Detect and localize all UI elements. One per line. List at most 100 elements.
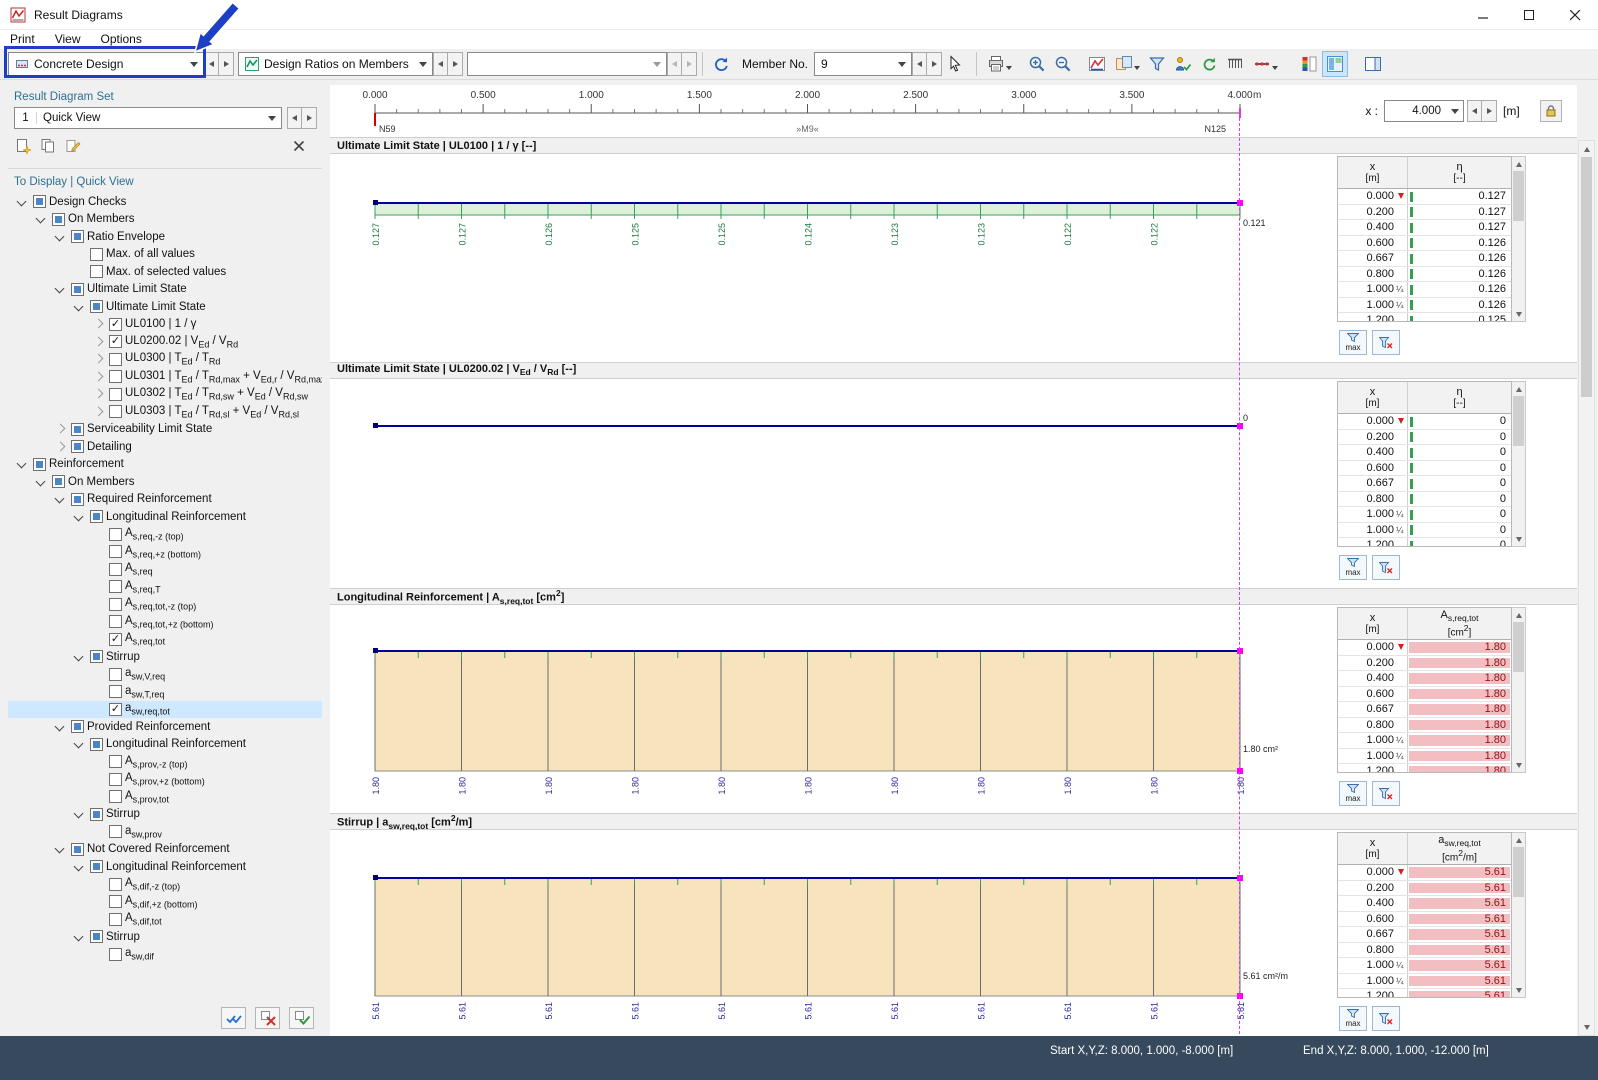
tree-item[interactable]: On Members xyxy=(8,211,322,229)
checkbox-empty[interactable] xyxy=(109,772,122,786)
table-row[interactable]: 1.000 ¼ 5.61 xyxy=(1338,958,1511,974)
table-row[interactable]: 0.400 0 xyxy=(1338,445,1511,461)
tree-item[interactable]: Max. of all values xyxy=(8,246,322,264)
table-row[interactable]: 0.800 1.80 xyxy=(1338,717,1511,733)
result-diagram-set-combobox[interactable]: 1 Quick View xyxy=(14,107,282,129)
table-scrollbar[interactable] xyxy=(1512,832,1526,998)
table-row[interactable]: 0.000 0 xyxy=(1338,414,1511,430)
sync-selection-button[interactable] xyxy=(708,51,734,77)
checkbox-empty[interactable] xyxy=(109,352,122,366)
tree-item[interactable]: Stirrup xyxy=(8,928,322,946)
table-row[interactable]: 0.600 5.61 xyxy=(1338,911,1511,927)
scrollbar-thumb[interactable] xyxy=(1513,396,1524,446)
tree-item[interactable]: As,dif,tot xyxy=(8,911,322,929)
table-row[interactable]: 0.200 5.61 xyxy=(1338,880,1511,896)
chevron-down-icon[interactable] xyxy=(71,929,87,945)
x-next-button[interactable] xyxy=(1482,100,1497,122)
checkbox-empty[interactable] xyxy=(109,405,122,419)
table-row[interactable]: 0.600 1.80 xyxy=(1338,686,1511,702)
chevron-down-icon[interactable] xyxy=(33,474,49,490)
checkbox-empty[interactable] xyxy=(109,562,122,576)
checkbox-group[interactable] xyxy=(90,737,103,751)
table-row[interactable]: 1.200 0.125 xyxy=(1338,313,1511,321)
tree-item[interactable]: As,dif,+z (bottom) xyxy=(8,893,322,911)
checkbox-empty[interactable] xyxy=(109,580,122,594)
checkbox-group[interactable] xyxy=(71,440,84,454)
table-row[interactable]: 0.800 5.61 xyxy=(1338,942,1511,958)
design-situation-next-button[interactable] xyxy=(682,52,697,76)
result-type-next-button[interactable] xyxy=(448,52,463,76)
tree-item[interactable]: ✓ asw,req,tot xyxy=(8,700,322,718)
result-diagram[interactable]: 5.61 5.61 5.61 5.61 5.61 5.61 5.61 5.61 5.61 5.61… xyxy=(330,830,1335,1036)
tree-item[interactable]: Not Covered Reinforcement xyxy=(8,841,322,859)
tree-item[interactable]: UL0300 | TEd / TRd xyxy=(8,351,322,369)
tree-item[interactable]: ✓ As,req,tot xyxy=(8,631,322,649)
table-row[interactable]: 0.000 0.127 xyxy=(1338,189,1511,205)
checkbox-group[interactable] xyxy=(52,212,65,226)
chevron-down-icon[interactable] xyxy=(71,806,87,822)
lock-button[interactable] xyxy=(1539,100,1562,122)
edit-set-button[interactable] xyxy=(62,135,84,157)
zoom-out-button[interactable] xyxy=(1050,51,1076,77)
chevron-down-icon[interactable] xyxy=(52,719,68,735)
table-row[interactable]: 1.000 ¼ 0.126 xyxy=(1338,297,1511,313)
tree-item[interactable]: UL0302 | TEd / TRd,sw + VEd / VRd,sw xyxy=(8,386,322,404)
checkbox-empty[interactable] xyxy=(90,265,103,279)
table-row[interactable]: 0.600 0 xyxy=(1338,460,1511,476)
table-scrollbar[interactable] xyxy=(1512,381,1526,547)
table-scrollbar[interactable] xyxy=(1512,156,1526,322)
checkbox-group[interactable] xyxy=(90,807,103,821)
table-row[interactable]: 0.400 0.127 xyxy=(1338,220,1511,236)
maximize-button[interactable] xyxy=(1506,0,1552,30)
tree-item[interactable]: UL0303 | TEd / TRd,sl + VEd / VRd,sl xyxy=(8,403,322,421)
division-points-button[interactable] xyxy=(1248,51,1282,77)
checkbox-empty[interactable] xyxy=(109,370,122,384)
dock-view-button[interactable] xyxy=(1360,51,1386,77)
design-case-combobox[interactable]: Concrete Design xyxy=(8,52,204,76)
delete-set-button[interactable] xyxy=(288,135,310,157)
scrollbar-thumb[interactable] xyxy=(1513,622,1524,672)
close-button[interactable] xyxy=(1552,0,1598,30)
checkbox-empty[interactable] xyxy=(109,615,122,629)
table-row[interactable]: 0.667 0 xyxy=(1338,476,1511,492)
table-row[interactable]: 0.667 1.80 xyxy=(1338,702,1511,718)
tree-item[interactable]: Longitudinal Reinforcement xyxy=(8,736,322,754)
design-situation-prev-button[interactable] xyxy=(667,52,682,76)
default-selection-button[interactable] xyxy=(289,1007,314,1029)
table-row[interactable]: 0.000 1.80 xyxy=(1338,640,1511,656)
tree-item[interactable]: As,prov,+z (bottom) xyxy=(8,771,322,789)
table-scrollbar[interactable] xyxy=(1512,607,1526,773)
member-prev-button[interactable] xyxy=(912,52,928,76)
current-x-marker-line[interactable] xyxy=(1239,113,1240,1034)
table-row[interactable]: 1.000 ¼ 0 xyxy=(1338,522,1511,538)
table-row[interactable]: 0.667 0.126 xyxy=(1338,251,1511,267)
checkbox-group[interactable] xyxy=(90,860,103,874)
menu-options[interactable]: Options xyxy=(90,30,151,49)
checkbox-checked[interactable]: ✓ xyxy=(109,335,122,349)
chevron-down-icon[interactable] xyxy=(52,491,68,507)
checkbox-empty[interactable] xyxy=(109,895,122,909)
checkbox-empty[interactable] xyxy=(109,545,122,559)
table-row[interactable]: 1.000 ¼ 1.80 xyxy=(1338,748,1511,764)
checkbox-checked[interactable]: ✓ xyxy=(109,632,122,646)
result-diagram[interactable]: 0 xyxy=(330,379,1335,588)
result-table[interactable]: x [m] η [--] 0.000 0 0.200 0 0.400 0 0.600 0 0.667 0 0… xyxy=(1337,381,1512,547)
tree-item[interactable]: As,prov,tot xyxy=(8,788,322,806)
member-next-button[interactable] xyxy=(927,52,943,76)
tree-item[interactable]: Longitudinal Reinforcement xyxy=(8,858,322,876)
minimize-button[interactable] xyxy=(1460,0,1506,30)
checkbox-group[interactable] xyxy=(71,720,84,734)
table-row[interactable]: 0.800 0.126 xyxy=(1338,266,1511,282)
checkbox-empty[interactable] xyxy=(109,947,122,961)
tree-item[interactable]: Provided Reinforcement xyxy=(8,718,322,736)
copy-set-button[interactable] xyxy=(37,135,59,157)
table-row[interactable]: 1.000 ¼ 1.80 xyxy=(1338,733,1511,749)
deselect-all-button[interactable] xyxy=(255,1007,280,1029)
tree-item[interactable]: Design Checks xyxy=(8,193,322,211)
chevron-right-icon[interactable] xyxy=(52,439,68,455)
filter-max-button[interactable]: max xyxy=(1339,555,1367,580)
table-row[interactable]: 0.600 0.126 xyxy=(1338,235,1511,251)
tree-item[interactable]: Longitudinal Reinforcement xyxy=(8,508,322,526)
checkbox-group[interactable] xyxy=(71,230,84,244)
tree-item[interactable]: ✓ UL0200.02 | VEd / VRd xyxy=(8,333,322,351)
